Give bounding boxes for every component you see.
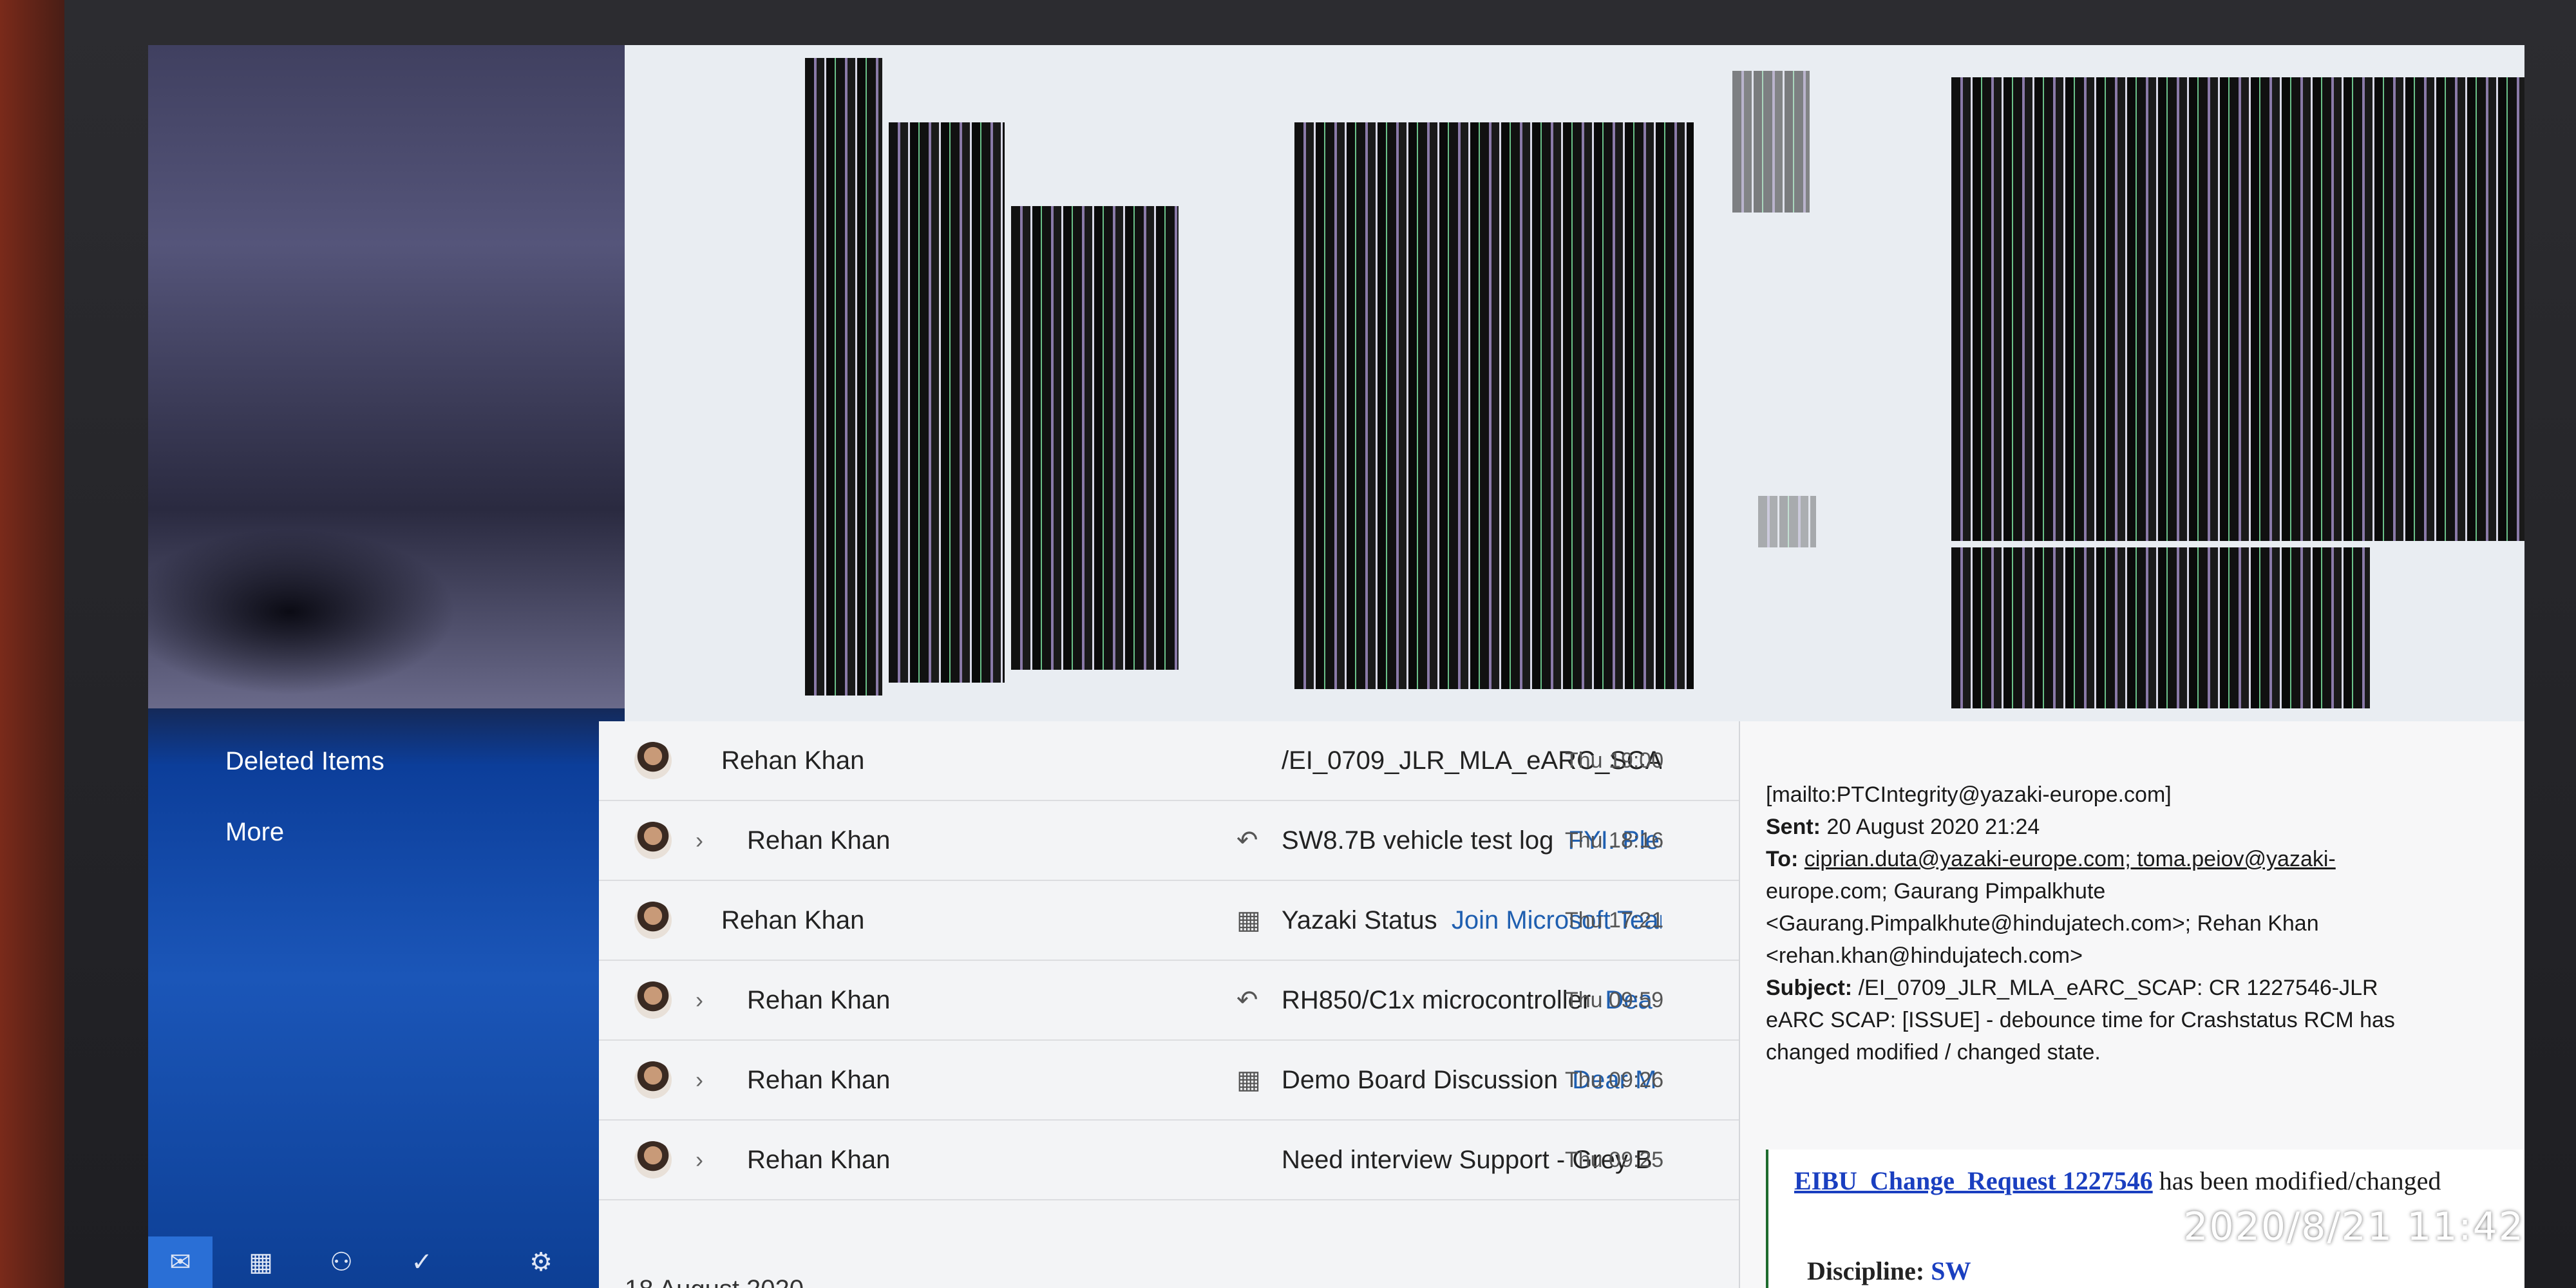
- to-line-2[interactable]: europe.com; Gaurang Pimpalkhute: [1766, 879, 2105, 904]
- message-time: Thu 18:16: [1565, 828, 1664, 853]
- to-line: To: ciprian.duta@yazaki-europe.com; toma…: [1766, 847, 2336, 872]
- sender-name: Rehan Khan: [721, 746, 865, 775]
- settings-icon[interactable]: ⚙: [509, 1236, 573, 1288]
- list-item[interactable]: Rehan Khan ▦ Yazaki Status Join Microsof…: [599, 881, 1739, 961]
- list-date-header: 18 August 2020: [625, 1275, 804, 1288]
- message-time: Thu 17:21: [1565, 907, 1664, 933]
- glitch-band: [1732, 71, 1810, 213]
- avatar: [634, 1061, 672, 1099]
- calendar-icon: ▦: [1236, 1066, 1261, 1094]
- avatar: [634, 902, 672, 939]
- reading-pane: [mailto:PTCIntegrity@yazaki-europe.com] …: [1739, 721, 2524, 1288]
- list-item[interactable]: Rehan Khan /EI_0709_JLR_MLA_eARC_SCAP: C…: [599, 721, 1739, 801]
- to-label: To:: [1766, 847, 1799, 871]
- change-request-link[interactable]: EIBU_Change_Request 1227546: [1794, 1166, 2153, 1195]
- sender-name: Rehan Khan: [747, 826, 891, 855]
- discipline-line: Discipline: SW: [1807, 1256, 1971, 1286]
- subject-line: Subject: /EI_0709_JLR_MLA_eARC_SCAP: CR …: [1766, 976, 2378, 1001]
- glitch-band: [1011, 206, 1179, 670]
- to-recipients[interactable]: ciprian.duta@yazaki-europe.com; toma.pei…: [1804, 847, 2336, 871]
- people-icon[interactable]: ⚇: [309, 1236, 374, 1288]
- avatar: [634, 742, 672, 779]
- chevron-right-icon[interactable]: ›: [696, 827, 703, 854]
- app-switcher-bar: ✉ ▦ ⚇ ✓ ⚙: [148, 1236, 625, 1288]
- message-time: Thu 19:00: [1565, 748, 1664, 773]
- reply-icon: ↶: [1236, 826, 1258, 855]
- sidebar-item-more[interactable]: More: [225, 818, 284, 847]
- message-time: Thu 09:25: [1565, 1147, 1664, 1172]
- message-list: Rehan Khan /EI_0709_JLR_MLA_eARC_SCAP: C…: [599, 721, 1739, 1288]
- todo-icon[interactable]: ✓: [390, 1236, 454, 1288]
- sent-value: 20 August 2020 21:24: [1821, 815, 2040, 839]
- message-time: Thu 09:26: [1565, 1067, 1664, 1092]
- to-line-4[interactable]: <rehan.khan@hindujatech.com>: [1766, 943, 2083, 969]
- sender-name: Rehan Khan: [747, 985, 891, 1014]
- sidebar-item-deleted-items[interactable]: Deleted Items: [225, 747, 384, 776]
- list-item[interactable]: › Rehan Khan ▦ Demo Board Discussion Dea…: [599, 1041, 1739, 1121]
- glitch-band: [1951, 547, 2370, 708]
- chevron-right-icon[interactable]: ›: [696, 1066, 703, 1094]
- sidebar-background-image: [148, 45, 625, 708]
- sent-label: Sent:: [1766, 815, 1821, 839]
- discipline-label: Discipline:: [1807, 1256, 1925, 1285]
- subject-label: Subject:: [1766, 976, 1853, 1000]
- list-item[interactable]: › Rehan Khan ↶ RH850/C1x microcontroller…: [599, 961, 1739, 1041]
- screen: Deleted Items More ✉ ▦ ⚇ ✓ ⚙ Rehan Khan …: [148, 45, 2524, 1288]
- sender-name: Rehan Khan: [747, 1145, 891, 1174]
- list-item[interactable]: › Rehan Khan ↶ SW8.7B vehicle test log F…: [599, 801, 1739, 881]
- subject-line-2: eARC SCAP: [ISSUE] - debounce time for C…: [1766, 1008, 2395, 1032]
- avatar: [634, 822, 672, 859]
- calendar-icon[interactable]: ▦: [229, 1236, 293, 1288]
- change-request-text: has been modified/changed: [2152, 1166, 2441, 1195]
- glitch-band: [1294, 122, 1694, 689]
- mailto-line[interactable]: [mailto:PTCIntegrity@yazaki-europe.com]: [1766, 782, 2172, 808]
- subject-line-3: changed modified / changed state.: [1766, 1040, 2101, 1065]
- sent-line: Sent: 20 August 2020 21:24: [1766, 815, 2040, 840]
- reply-icon: ↶: [1236, 986, 1258, 1014]
- camera-timestamp: 2020/8/21 11:42: [2183, 1204, 2524, 1249]
- avatar: [634, 1141, 672, 1179]
- avatar: [634, 981, 672, 1019]
- sender-name: Rehan Khan: [721, 905, 865, 934]
- display-corruption-area: [625, 45, 2524, 721]
- subject-value: /EI_0709_JLR_MLA_eARC_SCAP: CR 1227546-J…: [1852, 976, 2378, 1000]
- mail-icon[interactable]: ✉: [148, 1236, 213, 1288]
- calendar-icon: ▦: [1236, 906, 1261, 934]
- glitch-band: [805, 58, 882, 696]
- glitch-band: [1951, 77, 2524, 541]
- message-time: Thu 09:59: [1565, 987, 1664, 1012]
- chevron-right-icon[interactable]: ›: [696, 987, 703, 1014]
- change-request-line: EIBU_Change_Request 1227546 has been mod…: [1794, 1166, 2441, 1196]
- to-line-3[interactable]: <Gaurang.Pimpalkhute@hindujatech.com>; R…: [1766, 911, 2319, 936]
- sidebar: Deleted Items More ✉ ▦ ⚇ ✓ ⚙: [148, 45, 625, 1288]
- discipline-value: SW: [1931, 1256, 1971, 1285]
- glitch-band: [889, 122, 1005, 683]
- sender-name: Rehan Khan: [747, 1065, 891, 1094]
- list-item[interactable]: › Rehan Khan Need interview Support - Gr…: [599, 1121, 1739, 1200]
- chevron-right-icon[interactable]: ›: [696, 1146, 703, 1173]
- glitch-band: [1758, 496, 1816, 547]
